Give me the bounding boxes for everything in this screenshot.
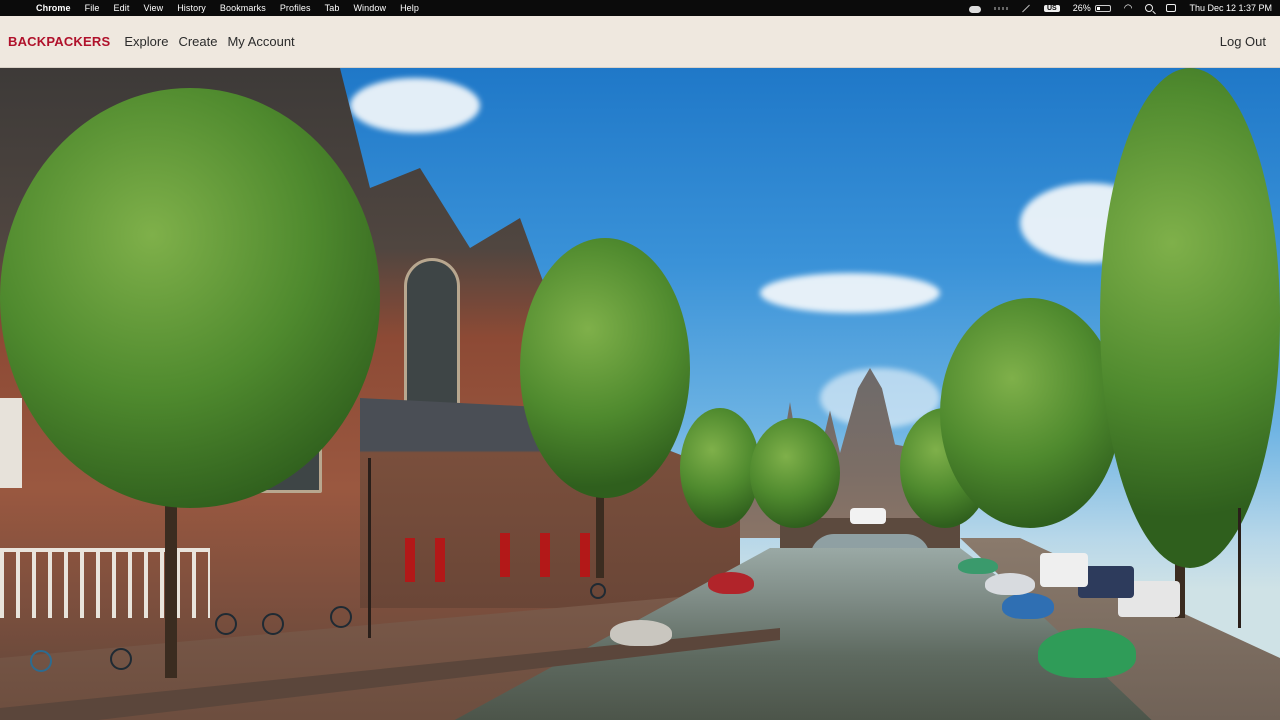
hero-tree — [940, 298, 1120, 528]
hero-shutter — [405, 538, 415, 582]
mac-menu-bar: Chrome File Edit View History Bookmarks … — [0, 0, 1280, 16]
app-navbar: BACKPACKERS Explore Create My Account Lo… — [0, 16, 1280, 68]
status-area: US 26% ◠ Thu Dec 12 1:37 PM — [968, 3, 1272, 14]
hero-car — [1040, 553, 1088, 587]
menu-edit[interactable]: Edit — [114, 3, 130, 13]
brand-logo[interactable]: BACKPACKERS — [8, 34, 110, 49]
hero-car — [850, 508, 886, 524]
audio-meter-icon[interactable] — [993, 6, 1008, 10]
nav-create[interactable]: Create — [178, 34, 217, 49]
control-center-icon[interactable] — [1166, 4, 1177, 12]
menu-file[interactable]: File — [85, 3, 100, 13]
hero-shutter — [540, 533, 550, 577]
hero-tree — [520, 238, 690, 498]
menu-history[interactable]: History — [177, 3, 206, 13]
hero-boat — [958, 558, 998, 574]
hero-shutter — [580, 533, 590, 577]
hero-bicycle — [262, 613, 284, 635]
hero-bicycle — [330, 606, 352, 628]
cloud-icon[interactable] — [968, 5, 981, 13]
battery-percent: 26% — [1072, 3, 1091, 13]
menu-help[interactable]: Help — [400, 3, 419, 13]
logout-link[interactable]: Log Out — [1220, 34, 1266, 49]
spotlight-search-icon[interactable] — [1145, 4, 1154, 12]
input-source-indicator[interactable]: US — [1043, 4, 1060, 12]
hero-lamp-post — [1238, 508, 1241, 628]
hero-bicycle — [590, 583, 606, 599]
hero-boat — [985, 573, 1035, 595]
battery-icon — [1094, 4, 1111, 12]
hero-lamp-post — [368, 458, 371, 638]
hero-boat — [1038, 628, 1136, 678]
menu-chrome[interactable]: Chrome — [36, 3, 71, 13]
hero-fence — [0, 548, 210, 618]
hero-bicycle — [215, 613, 237, 635]
hero-tree — [680, 408, 760, 528]
hero-bicycle — [110, 648, 132, 670]
hero-tree — [750, 418, 840, 528]
hero-bicycle — [30, 650, 52, 672]
menu-window[interactable]: Window — [353, 3, 386, 13]
hero-tree — [0, 88, 380, 508]
menu-bookmarks[interactable]: Bookmarks — [220, 3, 266, 13]
nav-my-account[interactable]: My Account — [227, 34, 294, 49]
hero-cloud — [760, 273, 940, 313]
menu-profiles[interactable]: Profiles — [280, 3, 311, 13]
hero-boat — [610, 620, 672, 646]
mute-icon[interactable] — [1022, 4, 1030, 12]
nav-explore[interactable]: Explore — [124, 34, 168, 49]
hero-tree — [1100, 68, 1280, 568]
hero-church-window — [404, 258, 460, 413]
hero-boat — [1002, 593, 1054, 619]
hero-image — [0, 68, 1280, 720]
wifi-icon[interactable]: ◠ — [1124, 3, 1133, 14]
battery-status[interactable]: 26% — [1073, 3, 1111, 13]
hero-boat — [708, 572, 754, 594]
hero-cloud — [350, 78, 480, 133]
menu-clock[interactable]: Thu Dec 12 1:37 PM — [1189, 3, 1272, 13]
hero-shutter — [500, 533, 510, 577]
hero-tree-trunk — [165, 488, 177, 678]
hero-shutter — [435, 538, 445, 582]
menu-view[interactable]: View — [143, 3, 163, 13]
menu-tab[interactable]: Tab — [325, 3, 340, 13]
hero-sign — [0, 398, 22, 488]
